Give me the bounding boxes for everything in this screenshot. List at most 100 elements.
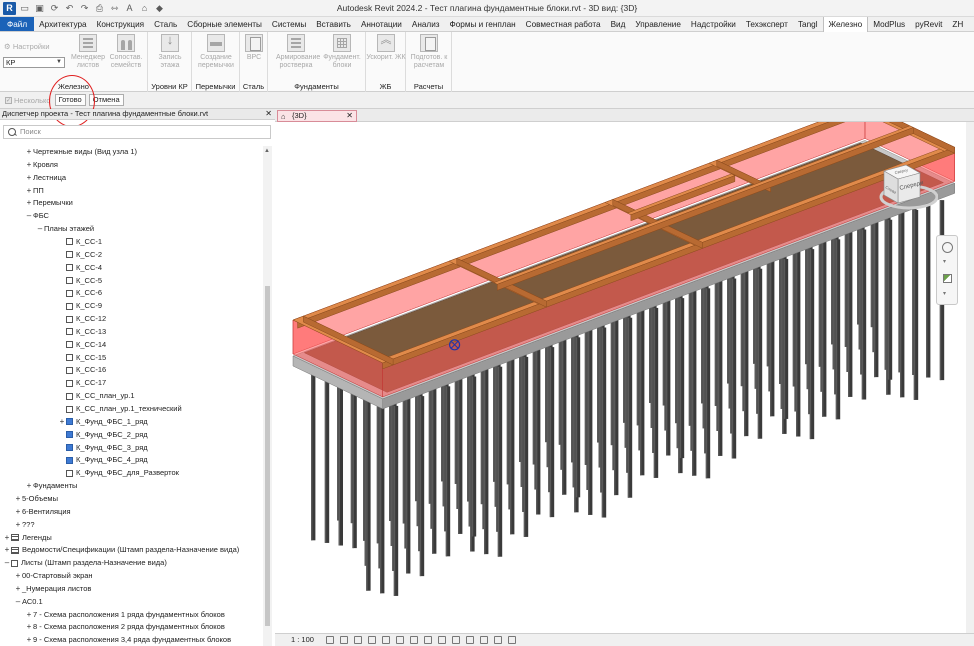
browser-search-input[interactable]: Поиск [3, 125, 271, 139]
visual-style-icon[interactable] [339, 636, 348, 644]
crop-view-icon[interactable] [395, 636, 404, 644]
tree-item[interactable]: +??? [14, 519, 35, 531]
collapse-icon[interactable]: – [25, 210, 33, 222]
tree-item[interactable]: + Лестница [25, 172, 66, 184]
prepare-calc-button[interactable]: Подготов. к расчетам [409, 34, 449, 70]
tab-19[interactable]: ZH [947, 17, 968, 31]
kr-select[interactable]: КР ▼ [3, 57, 65, 68]
tree-item[interactable]: К_СС_план_ур.1_технический [58, 403, 182, 415]
expand-icon[interactable]: + [14, 493, 22, 505]
expand-icon[interactable]: + [14, 506, 22, 518]
record-level-button[interactable]: Запись этажа [150, 34, 190, 70]
sync-icon[interactable]: ⟳ [50, 3, 59, 14]
tree-item[interactable]: +7 - Схема расположения 1 ряда фундамент… [25, 609, 225, 621]
tree-item[interactable]: – АС0.1 [14, 596, 43, 608]
detail-level-icon[interactable] [325, 636, 334, 644]
revit-logo-icon[interactable]: R [3, 1, 16, 15]
tree-item[interactable]: +8 - Схема расположения 2 ряда фундамент… [25, 621, 225, 633]
tab-7[interactable]: Аннотации [356, 17, 407, 31]
collapse-icon[interactable]: – [36, 223, 44, 235]
expand-icon[interactable]: + [25, 609, 33, 621]
tree-item[interactable]: + Фундаменты [25, 480, 78, 492]
tab-12[interactable]: Управление [630, 17, 686, 31]
view-scrollbar[interactable] [966, 122, 974, 633]
tab-13[interactable]: Надстройки [686, 17, 741, 31]
tree-item[interactable]: К_СС-15 [58, 352, 106, 364]
tab-2[interactable]: Конструкция [92, 17, 150, 31]
lock-view-icon[interactable] [423, 636, 432, 644]
tree-item[interactable]: + Кровля [25, 159, 58, 171]
tree-item[interactable]: +9 - Схема расположения 3,4 ряда фундаме… [25, 634, 231, 646]
tree-item[interactable]: К_СС_план_ур.1 [58, 390, 135, 402]
expand-icon[interactable]: + [3, 532, 11, 544]
expand-icon[interactable]: + [25, 172, 33, 184]
highlight-displacement-icon[interactable] [493, 636, 502, 644]
tree-item[interactable]: К_Фунд_ФБС_2_ряд [58, 429, 148, 441]
expand-icon[interactable]: + [25, 197, 33, 209]
tab-5[interactable]: Системы [267, 17, 311, 31]
3d-view-icon[interactable]: ⌂ [140, 3, 149, 13]
done-button[interactable]: Готово [54, 94, 86, 106]
cancel-button[interactable]: Отмена [88, 94, 124, 106]
family-match-button[interactable]: Сопостав. семейств [106, 34, 146, 70]
create-lintel-button[interactable]: Создание перемычки [196, 34, 236, 70]
tree-item[interactable]: К_СС-12 [58, 313, 106, 325]
viewcube-icon[interactable]: Сверху Спереди Слева [876, 163, 938, 213]
zoom-icon[interactable] [943, 274, 952, 283]
tab-16[interactable]: Железно [822, 17, 869, 32]
tree-item[interactable]: + К_Фунд_ФБС_1_ряд [58, 416, 148, 428]
view-scale[interactable]: 1 : 100 [291, 634, 314, 646]
chevron-down-icon[interactable]: ▾ [943, 290, 952, 297]
expand-icon[interactable]: + [14, 519, 22, 531]
tab-9[interactable]: Формы и генплан [445, 17, 521, 31]
tree-item[interactable]: + Ведомости/Спецификации (Штамп раздела-Н… [3, 544, 240, 556]
settings-button[interactable]: ⚙ Настройки [4, 42, 50, 51]
tab-4[interactable]: Сборные элементы [182, 17, 267, 31]
expand-icon[interactable]: + [25, 621, 33, 633]
section-icon[interactable]: ◆ [155, 3, 164, 14]
tree-item[interactable]: К_СС-17 [58, 377, 106, 389]
expand-icon[interactable]: + [14, 570, 22, 582]
tree-item[interactable]: К_СС-6 [58, 287, 102, 299]
tab-10[interactable]: Совместная работа [521, 17, 606, 31]
open-icon[interactable]: ▭ [20, 3, 29, 14]
tab-18[interactable]: pyRevit [910, 17, 947, 31]
constraints-icon[interactable] [507, 636, 516, 644]
tab-8[interactable]: Анализ [407, 17, 445, 31]
show-crop-icon[interactable] [409, 636, 418, 644]
measure-icon[interactable]: ⇿ [110, 3, 119, 14]
analytical-model-icon[interactable] [479, 636, 488, 644]
print-icon[interactable]: ⎙ [95, 3, 104, 14]
render-icon[interactable] [381, 636, 390, 644]
multiple-checkbox[interactable]: ✓ Несколько [5, 96, 51, 105]
tab-6[interactable]: Вставить [311, 17, 356, 31]
tree-item[interactable]: – ФБС [25, 210, 49, 222]
tab-3[interactable]: Сталь [149, 17, 182, 31]
tree-item[interactable]: К_СС-2 [58, 249, 102, 261]
chevron-down-icon[interactable]: ▾ [943, 258, 952, 265]
close-icon[interactable]: ✕ [265, 109, 272, 119]
tab-1[interactable]: Архитектура [34, 17, 91, 31]
undo-icon[interactable]: ↶ [65, 3, 74, 14]
steering-wheel-icon[interactable] [942, 242, 953, 253]
tree-item[interactable]: +6-Вентиляция [14, 506, 71, 518]
tab-17[interactable]: ModPlus [868, 17, 910, 31]
shadows-icon[interactable] [367, 636, 376, 644]
expand-icon[interactable]: + [25, 634, 33, 646]
tab-0[interactable]: Файл [0, 17, 35, 31]
tree-item[interactable]: + Легенды [3, 532, 52, 544]
tree-item[interactable]: +00-Стартовый экран [14, 570, 93, 582]
sheet-manager-button[interactable]: Менеджер листов [68, 34, 108, 70]
expand-icon[interactable]: + [25, 480, 33, 492]
tab-11[interactable]: Вид [606, 17, 631, 31]
tree-item[interactable]: +5-Объемы [14, 493, 58, 505]
tab-15[interactable]: Tangl [793, 17, 823, 31]
foundation-blocks-button[interactable]: Фундамент. блоки [322, 34, 362, 70]
redo-icon[interactable]: ↷ [80, 3, 89, 14]
expand-icon[interactable]: + [25, 146, 33, 158]
collapse-icon[interactable]: – [14, 596, 22, 608]
tree-item[interactable]: К_СС-13 [58, 326, 106, 338]
tree-item[interactable]: К_СС-1 [58, 236, 102, 248]
scroll-thumb[interactable] [265, 286, 270, 626]
sun-path-icon[interactable] [353, 636, 362, 644]
